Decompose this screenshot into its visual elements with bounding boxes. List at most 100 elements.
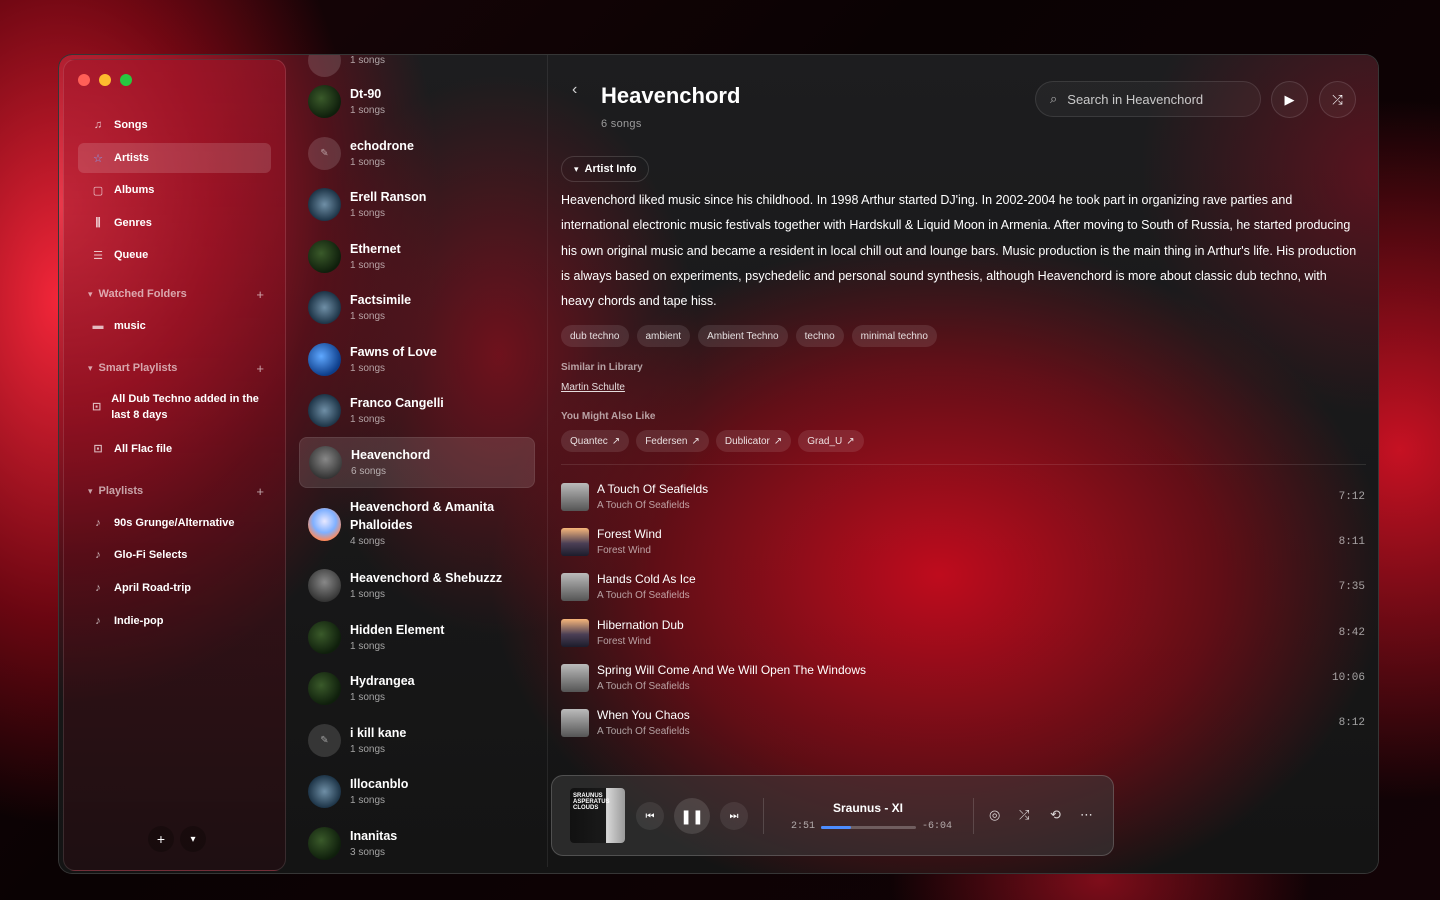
artist-avatar <box>308 240 341 273</box>
artist-row[interactable]: Heavenchord & Amanita Phalloides 4 songs <box>299 492 535 556</box>
pause-icon: ❚❚ <box>680 807 704 824</box>
chevron-down-icon: ▾ <box>574 163 579 174</box>
track-row[interactable]: Forest Wind Forest Wind 8:11 <box>561 522 1365 562</box>
chevron-down-icon[interactable]: ▾ <box>180 826 206 852</box>
music-note-icon: ♪ <box>95 549 101 561</box>
artist-avatar <box>308 621 341 654</box>
progress-bar[interactable] <box>821 826 916 829</box>
chevron-down-icon: ▾ <box>88 362 93 373</box>
genre-tags: dub techno ambient Ambient Techno techno… <box>561 325 937 347</box>
artist-row[interactable]: Erell Ranson 1 songs <box>299 179 535 230</box>
sidebar-item-queue[interactable]: ☰ Queue <box>78 240 271 270</box>
zoom-window-button[interactable] <box>120 74 132 86</box>
next-track-button[interactable]: ⏭ <box>720 802 748 830</box>
folder-item-music[interactable]: ▬ music <box>92 318 262 334</box>
more-options-icon[interactable]: ⋯ <box>1080 807 1093 823</box>
previous-track-button[interactable]: ⏮ <box>636 802 664 830</box>
artist-row[interactable]: ✎ echodrone 1 songs <box>299 128 535 179</box>
artist-row[interactable]: Inanitas 3 songs <box>299 818 535 869</box>
similar-heading: Similar in Library <box>561 362 643 373</box>
artist-avatar <box>308 507 341 541</box>
add-smart-playlist-button[interactable]: + <box>256 361 264 376</box>
artist-row[interactable]: ✎ i kill kane 1 songs <box>299 715 535 766</box>
folder-icon: ▬ <box>92 320 104 332</box>
artist-row[interactable]: Fawns of Love 1 songs <box>299 334 535 385</box>
artist-detail: ‹ Heavenchord 6 songs ⌕ ▶ ⤮ ▾ Artist Inf… <box>548 55 1378 873</box>
back-chevron-icon[interactable]: ‹ <box>572 81 577 99</box>
search-field[interactable]: ⌕ <box>1035 81 1261 117</box>
artist-row[interactable]: Illocanblo 1 songs <box>299 766 535 817</box>
app-window: ♫ Songs ☆ Artists ▢ Albums ⫼ Genres ☰ Qu… <box>58 54 1379 874</box>
track-row[interactable]: When You Chaos A Touch Of Seafields 8:12 <box>561 703 1365 743</box>
add-folder-button[interactable]: + <box>256 287 264 302</box>
artist-row[interactable]: Hidden Element 1 songs <box>299 612 535 663</box>
album-cover <box>561 573 589 601</box>
smart-playlist-icon: ⊡ <box>93 443 103 455</box>
recommended-artist-link[interactable]: Dublicator ↗ <box>715 430 792 452</box>
music-note-icon: ♪ <box>95 615 101 627</box>
minimize-window-button[interactable] <box>99 74 111 86</box>
smart-playlist-icon: ⊡ <box>92 401 102 413</box>
sidebar-item-artists[interactable]: ☆ Artists <box>78 143 271 173</box>
artist-row-selected[interactable]: Heavenchord 6 songs <box>299 437 535 488</box>
similar-artist-link[interactable]: Martin Schulte <box>561 382 625 393</box>
skip-back-icon: ⏮ <box>645 810 655 822</box>
sidebar-item-label: Queue <box>114 249 149 261</box>
genre-tag[interactable]: Ambient Techno <box>698 325 788 347</box>
playlist-item[interactable]: ♪ Indie-pop <box>92 613 262 629</box>
search-input[interactable] <box>1067 91 1238 107</box>
now-playing-bar: SRAUNUS ASPERATUS CLOUDS ⏮ ❚❚ ⏭ Sraunus … <box>551 775 1114 856</box>
artist-row[interactable]: Hydrangea 1 songs <box>299 663 535 714</box>
genre-tag[interactable]: dub techno <box>561 325 629 347</box>
artist-row[interactable]: Heavenchord & Shebuzzz 1 songs <box>299 560 535 611</box>
song-count: 6 songs <box>601 118 642 130</box>
recommended-artist-link[interactable]: Quantec ↗ <box>561 430 630 452</box>
track-row[interactable]: A Touch Of Seafields A Touch Of Seafields… <box>561 477 1365 517</box>
now-playing-title: Sraunus - XI <box>832 801 903 815</box>
genre-tag[interactable]: minimal techno <box>851 325 937 347</box>
close-window-button[interactable] <box>78 74 90 86</box>
recommended-artist-link[interactable]: Grad_U ↗ <box>798 430 864 452</box>
artist-row[interactable]: Franco Cangelli 1 songs <box>299 385 535 436</box>
play-all-button[interactable]: ▶ <box>1271 81 1308 118</box>
artist-row[interactable]: Dt-90 1 songs <box>299 76 535 127</box>
artist-avatar <box>308 672 341 705</box>
playlist-item[interactable]: ♪ April Road-trip <box>92 580 262 596</box>
add-playlist-button[interactable]: + <box>256 484 264 499</box>
artist-row[interactable]: Ethernet 1 songs <box>299 231 535 282</box>
repeat-icon[interactable]: ⟲ <box>1050 807 1061 823</box>
external-link-icon: ↗ <box>846 435 855 447</box>
also-like-heading: You Might Also Like <box>561 411 656 422</box>
elapsed-time: 2:51 <box>791 821 816 832</box>
track-row[interactable]: Spring Will Come And We Will Open The Wi… <box>561 658 1365 698</box>
playlist-item[interactable]: ♪ 90s Grunge/Alternative <box>92 515 262 531</box>
shuffle-all-button[interactable]: ⤮ <box>1319 81 1356 118</box>
recommended-artist-link[interactable]: Federsen ↗ <box>636 430 709 452</box>
genre-tag[interactable]: techno <box>795 325 844 347</box>
sidebar-item-genres[interactable]: ⫼ Genres <box>78 208 271 238</box>
add-icon[interactable]: + <box>148 826 174 852</box>
album-icon: ▢ <box>92 184 104 197</box>
playlists-header[interactable]: ▾ Playlists + <box>88 483 264 499</box>
sidebar-item-songs[interactable]: ♫ Songs <box>78 110 271 140</box>
track-row[interactable]: Hands Cold As Ice A Touch Of Seafields 7:… <box>561 567 1365 607</box>
genres-icon: ⫼ <box>95 216 101 229</box>
artist-avatar <box>308 394 341 427</box>
shuffle-icon[interactable]: ⤮ <box>1019 807 1029 823</box>
sidebar-footer: + ▾ <box>148 826 206 852</box>
smart-playlists-header[interactable]: ▾ Smart Playlists + <box>88 360 264 376</box>
watched-folders-header[interactable]: ▾ Watched Folders + <box>88 286 264 302</box>
airplay-icon[interactable]: ◎ <box>989 807 1000 823</box>
also-like-tags: Quantec ↗ Federsen ↗ Dublicator ↗ Grad_U ↗ <box>561 430 864 452</box>
playlist-item[interactable]: ♪ Glo-Fi Selects <box>92 547 262 563</box>
window-controls <box>78 74 132 86</box>
smart-playlist-item[interactable]: ⊡ All Flac file <box>92 441 262 457</box>
skip-forward-icon: ⏭ <box>729 810 739 822</box>
smart-playlist-item[interactable]: ⊡ All Dub Techno added in the last 8 day… <box>92 391 262 423</box>
artist-row[interactable]: Factsimile 1 songs <box>299 282 535 333</box>
genre-tag[interactable]: ambient <box>636 325 691 347</box>
sidebar-item-albums[interactable]: ▢ Albums <box>78 175 271 205</box>
track-row[interactable]: Hibernation Dub Forest Wind 8:42 <box>561 613 1365 653</box>
pause-button[interactable]: ❚❚ <box>674 798 710 834</box>
artist-info-toggle[interactable]: ▾ Artist Info <box>561 156 650 182</box>
